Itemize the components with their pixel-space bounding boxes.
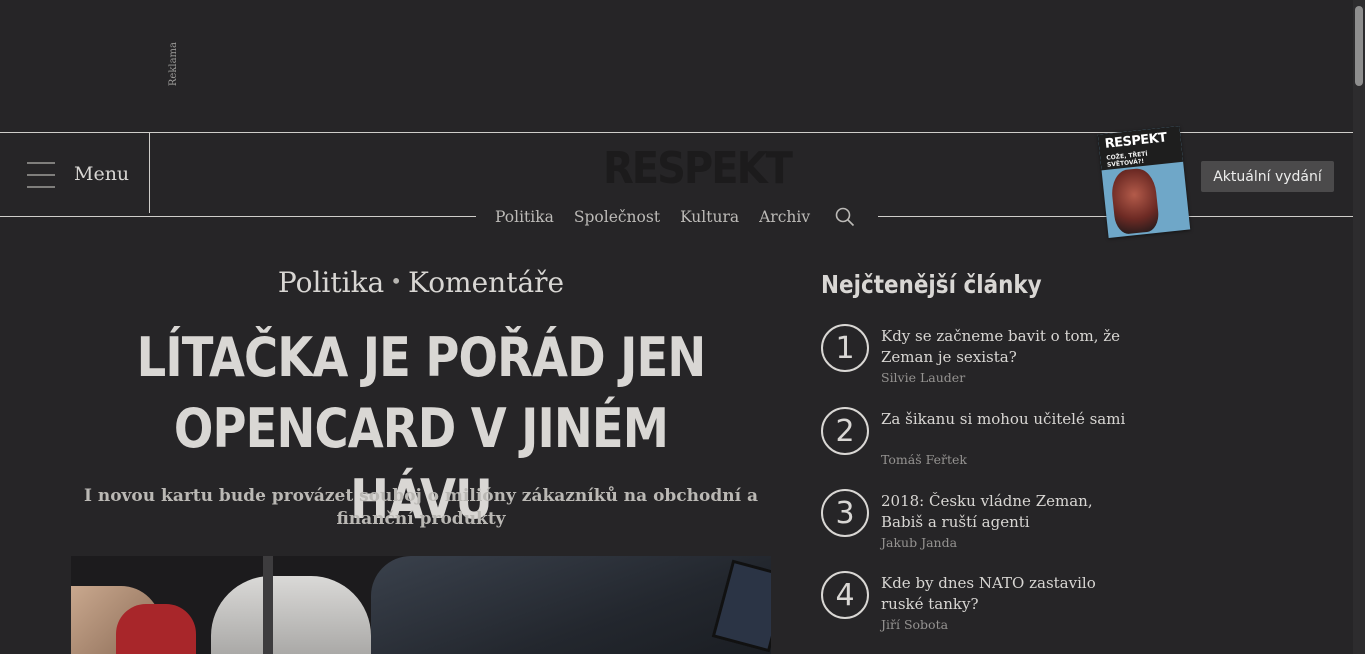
current-issue-button[interactable]: Aktuální vydání [1201, 161, 1334, 192]
ad-label: Reklama [168, 42, 179, 87]
most-read-title[interactable]: 2018: Česku vládne Zeman, Babiš a ruští … [881, 491, 1131, 533]
nav-link-archiv[interactable]: Archiv [759, 208, 810, 226]
most-read-sidebar: Nejčtenější články 1 Kdy se začneme bavi… [821, 270, 1141, 632]
article-kicker: Politika • Komentáře [71, 266, 771, 299]
scrollbar-thumb[interactable] [1355, 6, 1363, 86]
menu-button[interactable]: Menu [0, 133, 150, 213]
title-line-1: LÍTAČKA JE POŘÁD JEN [136, 326, 707, 389]
most-read-item[interactable]: 3 2018: Česku vládne Zeman, Babiš a rušt… [821, 489, 1141, 559]
nav-link-politika[interactable]: Politika [495, 208, 554, 226]
most-read-author[interactable]: Silvie Lauder [881, 370, 965, 385]
article-photo [71, 556, 771, 654]
most-read-item[interactable]: 4 Kde by dnes NATO zastavilo ruské tanky… [821, 571, 1141, 641]
most-read-item[interactable]: 1 Kdy se začneme bavit o tom, že Zeman j… [821, 324, 1141, 394]
main-nav: Politika Společnost Kultura Archiv [485, 205, 856, 229]
cover-image [1109, 166, 1161, 236]
sidebar-title: Nejčtenější články [821, 270, 1042, 299]
divider [0, 216, 476, 217]
site-header: Menu RESPEKT Politika Společnost Kultura… [0, 125, 1353, 239]
site-logo[interactable]: RESPEKT [603, 143, 793, 195]
rank-number: 1 [821, 324, 869, 372]
section-link[interactable]: Politika [278, 266, 384, 299]
rank-number: 2 [821, 407, 869, 455]
most-read-title[interactable]: Za šikanu si mohou učitelé sami [881, 409, 1131, 430]
rank-number: 4 [821, 571, 869, 619]
most-read-item[interactable]: 2 Za šikanu si mohou učitelé sami Tomáš … [821, 407, 1141, 477]
menu-label: Menu [74, 163, 130, 185]
category-link[interactable]: Komentáře [408, 266, 564, 299]
most-read-title[interactable]: Kdy se začneme bavit o tom, že Zeman je … [881, 326, 1131, 368]
most-read-title[interactable]: Kde by dnes NATO zastavilo ruské tanky? [881, 573, 1131, 615]
most-read-author[interactable]: Jiří Sobota [881, 617, 948, 632]
most-read-author[interactable]: Tomáš Feřtek [881, 452, 967, 467]
hamburger-icon [27, 162, 55, 188]
rank-number: 3 [821, 489, 869, 537]
nav-link-kultura[interactable]: Kultura [680, 208, 739, 226]
most-read-author[interactable]: Jakub Janda [881, 535, 957, 550]
article-perex: I novou kartu bude provázet souboj o mil… [83, 486, 758, 529]
scrollbar[interactable] [1353, 0, 1365, 654]
ad-banner: Reklama [0, 0, 1353, 132]
search-icon[interactable] [834, 206, 856, 228]
nav-link-spolecnost[interactable]: Společnost [574, 208, 660, 226]
magazine-cover[interactable]: RESPEKT COŽE, TŘETÍ SVĚTOVÁ?! [1097, 125, 1191, 239]
kicker-separator: • [390, 269, 403, 293]
